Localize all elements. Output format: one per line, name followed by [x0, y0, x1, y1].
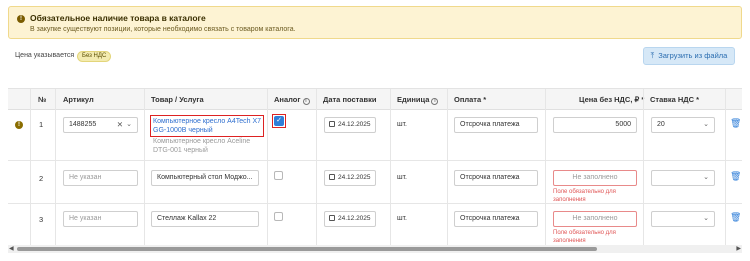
delete-row-icon[interactable]: 🗑	[730, 118, 741, 129]
horizontal-scrollbar[interactable]: ◀ ▶	[8, 245, 742, 253]
header-product: Товар / Услуга	[151, 95, 204, 104]
analog-checkbox[interactable]	[274, 212, 283, 221]
unit-value: шт.	[397, 215, 407, 222]
product-link[interactable]: Компьютерное кресло A4Tech X7 GG-1000B ч…	[153, 117, 265, 135]
chevron-down-icon[interactable]: ⌄	[126, 118, 132, 132]
analog-checkbox[interactable]	[274, 171, 283, 180]
row-number: 1	[39, 120, 44, 129]
vat-select[interactable]: ⌄	[651, 211, 715, 227]
calendar-icon	[329, 174, 335, 180]
upload-from-file-button[interactable]: ⤒ Загрузить из файла	[643, 47, 735, 65]
article-input[interactable]: Не указан	[63, 170, 138, 186]
header-price: Цена без НДС, ₽ *	[579, 95, 645, 104]
header-analog-label: Аналог	[274, 95, 301, 104]
upload-button-label: Загрузить из файла	[658, 51, 728, 60]
unit-value: шт.	[397, 174, 407, 181]
article-select[interactable]: 1488255 ✕ ⌄	[63, 117, 138, 133]
header-unit-label: Единица	[397, 95, 430, 104]
header-num: №	[38, 95, 47, 104]
info-icon[interactable]: i	[431, 98, 439, 105]
price-error-text: Поле обязательно для заполнения	[553, 230, 616, 244]
vat-select[interactable]: 20 ⌄	[651, 117, 715, 133]
upload-icon: ⤒	[650, 51, 655, 60]
items-table: № Артикул Товар / Услуга Аналог i Дата по…	[8, 88, 742, 245]
price-input[interactable]: Не заполнено	[553, 211, 637, 227]
price-error-text: Поле обязательно для заполнения	[553, 189, 616, 203]
product-input[interactable]: Компьютерный стол Моджо...	[151, 170, 259, 186]
header-delivery-date: Дата поставки	[323, 95, 377, 104]
clear-icon[interactable]: ✕	[117, 118, 123, 132]
price-input[interactable]: 5000	[553, 117, 637, 133]
row-number: 2	[39, 174, 44, 183]
delivery-date-input[interactable]: 24.12.2025	[324, 117, 376, 133]
payment-input[interactable]: Отсрочка платежа	[454, 170, 538, 186]
catalog-alert: ! Обязательное наличие товара в каталоге…	[8, 6, 742, 39]
table-header: № Артикул Товар / Услуга Аналог i Дата по…	[8, 89, 742, 110]
payment-input[interactable]: Отсрочка платежа	[454, 117, 538, 133]
header-payment: Оплата *	[454, 95, 487, 104]
info-icon[interactable]: i	[302, 98, 310, 105]
warning-icon: !	[15, 121, 23, 129]
product-input[interactable]: Стеллаж Kallax 22	[151, 211, 259, 227]
calendar-icon	[329, 215, 335, 221]
delete-row-icon[interactable]: 🗑	[730, 171, 741, 182]
header-analog: Аналог i	[274, 95, 310, 105]
article-value: 1488255	[69, 121, 97, 128]
row-number: 3	[39, 215, 44, 224]
vat-select[interactable]: ⌄	[651, 170, 715, 186]
price-mode-label: Цена указывается	[15, 52, 75, 59]
date-value: 24.12.2025	[338, 121, 371, 128]
scroll-right-icon[interactable]: ▶	[736, 245, 741, 252]
price-input[interactable]: Не заполнено	[553, 170, 637, 186]
calendar-icon	[329, 121, 335, 127]
chevron-down-icon[interactable]: ⌄	[703, 212, 709, 226]
delivery-date-input[interactable]: 24.12.2025	[324, 211, 376, 227]
delivery-date-input[interactable]: 24.12.2025	[324, 170, 376, 186]
delete-row-icon[interactable]: 🗑	[730, 212, 741, 223]
vat-value: 20	[657, 121, 665, 128]
chevron-down-icon[interactable]: ⌄	[703, 118, 709, 132]
product-subtitle: Компьютерное кресло Aceline DTG-001 черн…	[153, 138, 251, 154]
analog-checkbox[interactable]: ✓	[274, 116, 284, 126]
scrollbar-thumb[interactable]	[17, 247, 597, 251]
article-input[interactable]: Не указан	[63, 211, 138, 227]
payment-input[interactable]: Отсрочка платежа	[454, 211, 538, 227]
date-value: 24.12.2025	[338, 174, 371, 181]
unit-value: шт.	[397, 121, 407, 128]
alert-title: Обязательное наличие товара в каталоге	[30, 13, 206, 23]
alert-text: В закупке существуют позиции, которые не…	[30, 26, 296, 33]
vat-mode-badge: Без НДС	[77, 51, 112, 62]
warning-icon: !	[17, 15, 25, 23]
header-article: Артикул	[63, 95, 94, 104]
chevron-down-icon[interactable]: ⌄	[703, 171, 709, 185]
date-value: 24.12.2025	[338, 215, 371, 222]
header-vat: Ставка НДС *	[650, 95, 700, 104]
header-unit: Единица i	[397, 95, 439, 105]
scroll-left-icon[interactable]: ◀	[9, 245, 14, 252]
